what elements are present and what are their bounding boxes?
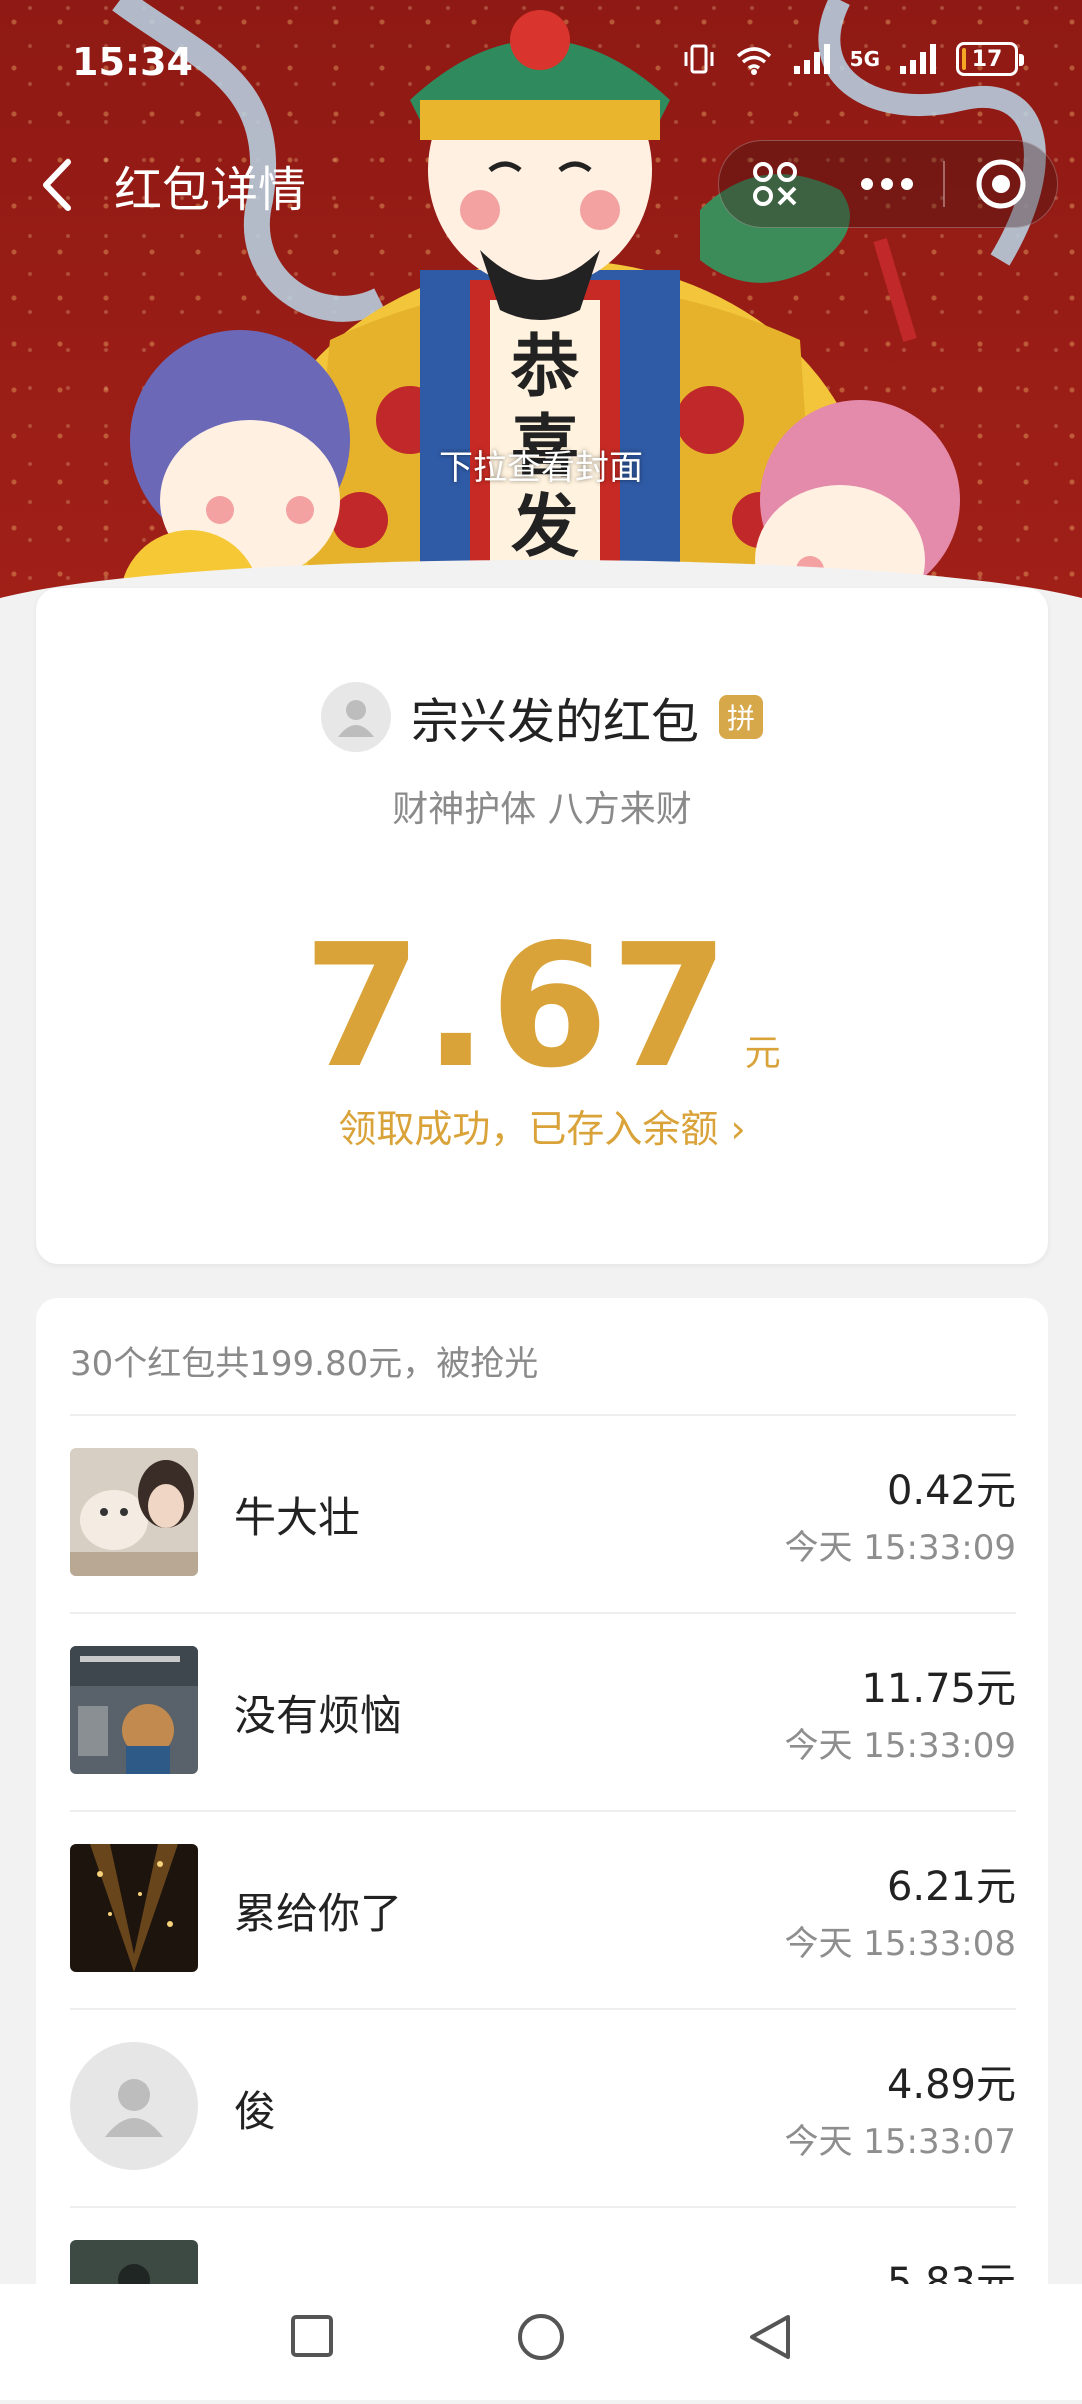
- user-time: 今天 15:33:07: [784, 2122, 1016, 2162]
- system-navigation-bar: [0, 2284, 1082, 2400]
- list-item[interactable]: 没有烦恼 11.75元 今天 15:33:09: [70, 1612, 1016, 1810]
- sender-name: 宗兴发的红包: [410, 694, 699, 750]
- user-name: 牛大壮: [234, 1493, 361, 1542]
- sender-row: 宗兴发的红包 拼: [36, 682, 1048, 752]
- recents-button[interactable]: [288, 2312, 336, 2364]
- user-name: 俊: [234, 2087, 277, 2136]
- signal-icon: [793, 44, 830, 74]
- chevron-left-icon: [43, 159, 71, 211]
- user-name: 没有烦恼: [234, 1691, 403, 1740]
- receivers-list: 30个红包共199.80元，被抢光 牛大壮 0.42元 今天 15:33:09 …: [36, 1298, 1048, 2368]
- blessing-text: 财神护体 八方来财: [392, 789, 692, 830]
- square-icon: [291, 2315, 333, 2357]
- user-amount: 4.89元: [886, 2062, 1016, 2108]
- page-title: 红包详情: [114, 162, 307, 218]
- amount-unit: 元: [744, 1033, 781, 1074]
- triangle-back-icon: [750, 2315, 790, 2359]
- close-button[interactable]: [945, 141, 1057, 227]
- received-amount: 7.67 元: [36, 908, 1048, 1106]
- network-type: 5G: [849, 47, 880, 71]
- user-time: 今天 15:33:08: [784, 1924, 1016, 1964]
- svg-text:发: 发: [511, 488, 579, 567]
- list-item[interactable]: 俊 4.89元 今天 15:33:07: [70, 2008, 1016, 2206]
- battery-level: [962, 48, 966, 70]
- svg-text:恭: 恭: [510, 328, 579, 407]
- default-avatar-icon: [337, 700, 374, 737]
- user-avatar[interactable]: [70, 1646, 198, 1774]
- user-avatar[interactable]: [70, 1844, 198, 1972]
- more-icon: [861, 178, 913, 190]
- status-bar: 15:34 5G 17: [0, 0, 1082, 130]
- mini-program-capsule: [718, 140, 1058, 228]
- balance-status: 领取成功，已存入余额: [338, 1107, 719, 1151]
- user-amount: 0.42元: [886, 1468, 1016, 1514]
- battery-icon: 17: [956, 42, 1024, 76]
- close-target-icon: [976, 159, 1026, 209]
- user-amount: 6.21元: [886, 1864, 1016, 1910]
- scan-icon: [753, 162, 797, 206]
- balance-link[interactable]: 领取成功，已存入余额 ›: [36, 1098, 1048, 1153]
- amount-value: 7.67: [303, 908, 731, 1106]
- wifi-icon: [736, 47, 771, 75]
- packet-summary: 30个红包共199.80元，被抢光: [70, 1344, 539, 1384]
- more-button[interactable]: [831, 141, 943, 227]
- default-avatar-icon: [105, 2079, 163, 2137]
- user-time: 今天 15:33:09: [784, 1726, 1016, 1766]
- home-button[interactable]: [516, 2312, 566, 2366]
- battery-percent: 17: [971, 46, 1003, 72]
- scan-button[interactable]: [719, 141, 831, 227]
- red-packet-card: 宗兴发的红包 拼 财神护体 八方来财 7.67 元 领取成功，已存入余额 ›: [36, 588, 1048, 1264]
- vibrate-icon: [684, 44, 714, 74]
- user-time: 今天 15:33:09: [784, 1528, 1016, 1568]
- status-icons: 5G 17: [682, 42, 1024, 76]
- user-avatar[interactable]: [70, 2042, 198, 2170]
- chevron-right-icon: ›: [730, 1107, 746, 1151]
- user-amount: 11.75元: [861, 1666, 1016, 1712]
- back-button[interactable]: [30, 150, 82, 220]
- signal-icon-2: [900, 44, 936, 74]
- back-nav-button[interactable]: [746, 2312, 794, 2366]
- status-time: 15:34: [72, 40, 193, 84]
- user-avatar[interactable]: [70, 1448, 198, 1576]
- circle-icon: [518, 2314, 564, 2360]
- sender-avatar[interactable]: [320, 682, 391, 752]
- pull-down-hint: 下拉查看封面: [439, 448, 643, 488]
- user-name: 累给你了: [234, 1889, 403, 1938]
- packet-type-badge: 拼: [719, 695, 763, 739]
- list-item[interactable]: 牛大壮 0.42元 今天 15:33:09: [70, 1414, 1016, 1612]
- list-item[interactable]: 累给你了 6.21元 今天 15:33:08: [70, 1810, 1016, 2008]
